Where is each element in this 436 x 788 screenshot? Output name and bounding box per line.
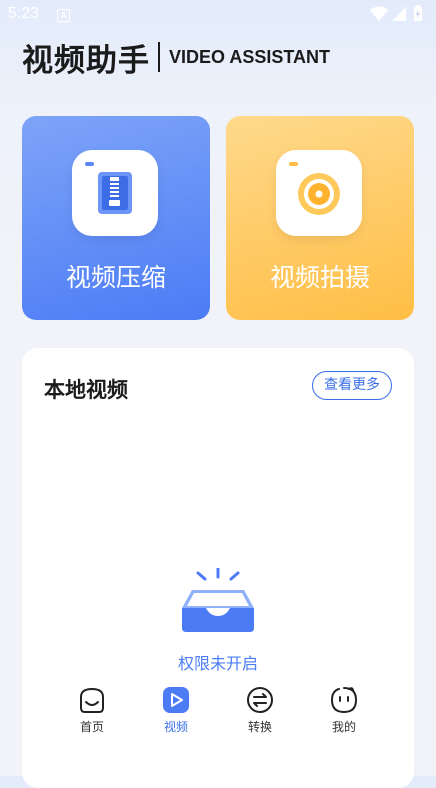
- signal-icon: [392, 7, 406, 21]
- tab-video-label: 视频: [163, 720, 188, 734]
- play-icon: [163, 687, 189, 713]
- empty-state-text: 权限未开启: [177, 654, 258, 673]
- wifi-icon: [370, 6, 388, 21]
- title-divider: [158, 42, 160, 72]
- profile-face-icon: [330, 687, 358, 714]
- tab-convert[interactable]: 转换: [230, 685, 290, 735]
- tab-mine-label: 我的: [331, 720, 356, 734]
- zip-file-icon: [72, 150, 158, 236]
- local-videos-title: 本地视频: [44, 378, 128, 402]
- tab-home[interactable]: 首页: [62, 685, 122, 735]
- app-header: 视频助手 VIDEO ASSISTANT: [22, 38, 331, 79]
- compress-video-card[interactable]: 视频压缩: [22, 116, 210, 320]
- bottom-tab-bar: 首页 视频 转换 我的: [62, 685, 382, 745]
- tab-video[interactable]: 视频: [146, 685, 206, 735]
- convert-arrows-icon: [247, 687, 273, 713]
- shoot-video-label: 视频拍摄: [269, 263, 370, 292]
- status-time: 5:23: [8, 5, 40, 22]
- tab-convert-label: 转换: [247, 720, 272, 734]
- camera-lens-icon: [276, 150, 362, 236]
- app-title: 视频助手: [22, 42, 150, 79]
- app-subtitle: VIDEO ASSISTANT: [169, 46, 331, 67]
- compress-video-label: 视频压缩: [65, 263, 166, 292]
- status-icons: [368, 5, 428, 27]
- empty-tray-icon: [178, 566, 258, 638]
- notification-icon: A: [57, 9, 70, 22]
- status-bar: 5:23 A: [0, 0, 436, 30]
- battery-icon: [414, 5, 422, 21]
- tab-mine[interactable]: 我的: [314, 685, 374, 735]
- view-more-button[interactable]: 查看更多: [312, 371, 392, 400]
- shoot-video-card[interactable]: 视频拍摄: [226, 116, 414, 320]
- home-face-icon: [80, 687, 104, 713]
- tab-home-label: 首页: [79, 720, 104, 734]
